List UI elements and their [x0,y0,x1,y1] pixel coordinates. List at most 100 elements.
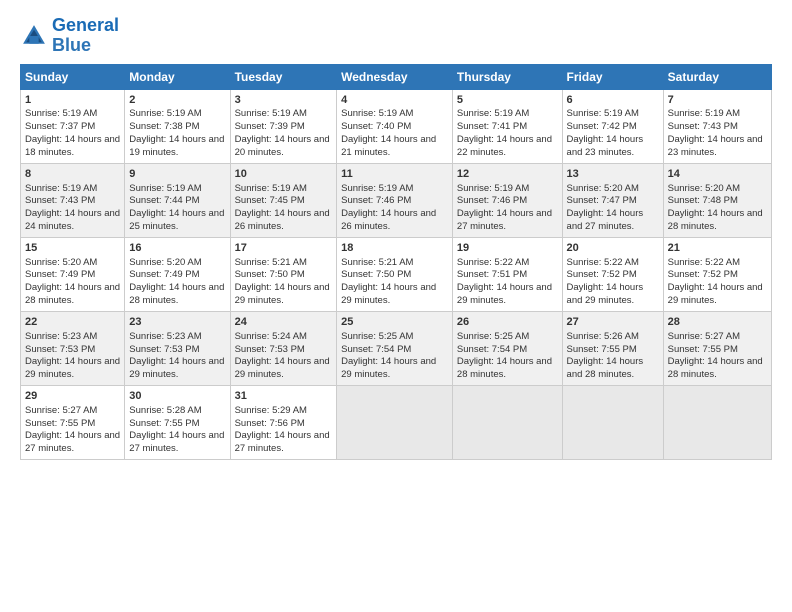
sunrise: Sunrise: 5:24 AM [235,331,307,342]
daylight: Daylight: 14 hours and 29 minutes. [341,282,436,306]
day-cell: 23Sunrise: 5:23 AM Sunset: 7:53 PMDayligh… [125,311,230,385]
day-cell [337,385,453,459]
sunrise: Sunrise: 5:29 AM [235,405,307,416]
sunset: Sunset: 7:53 PM [129,344,199,355]
daylight: Daylight: 14 hours and 28 minutes. [567,356,644,380]
sunrise: Sunrise: 5:19 AM [341,108,413,119]
daylight: Daylight: 14 hours and 29 minutes. [457,282,552,306]
day-cell: 14Sunrise: 5:20 AMSunset: 7:48 PMDayligh… [663,163,771,237]
day-cell: 31Sunrise: 5:29 AMSunset: 7:56 PMDayligh… [230,385,337,459]
sunset: Sunset: 7:53 PM [235,344,305,355]
sunset: Sunset: 7:56 PM [235,418,305,429]
sunset: Sunset: 7:49 PM [25,269,95,280]
sunrise: Sunrise: 5:27 AM [668,331,740,342]
day-cell: 26Sunrise: 5:25 AMSunset: 7:54 PMDayligh… [452,311,562,385]
sunset: Sunset: 7:55 PM [25,418,95,429]
daylight: Daylight: 14 hours and 28 minutes. [457,356,552,380]
sunrise: Sunrise: 5:22 AM [567,257,639,268]
daylight: Daylight: 14 hours and 28 minutes. [129,282,224,306]
daylight: Daylight: 14 hours and 23 minutes. [567,134,644,158]
sunset: Sunset: 7:43 PM [668,121,738,132]
daylight: Daylight: 14 hours and 22 minutes. [457,134,552,158]
day-cell: 2Sunrise: 5:19 AMSunset: 7:38 PMDaylight… [125,89,230,163]
sunrise: Sunrise: 5:26 AM [567,331,639,342]
sunrise: Sunrise: 5:19 AM [25,108,97,119]
day-number: 23 [129,315,225,330]
day-number: 4 [341,93,448,108]
sunset: Sunset: 7:41 PM [457,121,527,132]
day-number: 22 [25,315,120,330]
daylight: Daylight: 14 hours and 29 minutes. [25,356,120,380]
day-number: 31 [235,389,333,404]
sunrise: Sunrise: 5:28 AM [129,405,201,416]
day-cell: 8Sunrise: 5:19 AMSunset: 7:43 PMDaylight… [21,163,125,237]
day-number: 21 [668,241,767,256]
col-header-monday: Monday [125,64,230,89]
sunset: Sunset: 7:37 PM [25,121,95,132]
col-header-sunday: Sunday [21,64,125,89]
logo-icon [20,22,48,50]
day-cell: 15Sunrise: 5:20 AMSunset: 7:49 PMDayligh… [21,237,125,311]
day-number: 14 [668,167,767,182]
sunrise: Sunrise: 5:19 AM [457,108,529,119]
daylight: Daylight: 14 hours and 21 minutes. [341,134,436,158]
day-cell: 3Sunrise: 5:19 AMSunset: 7:39 PMDaylight… [230,89,337,163]
day-cell: 22Sunrise: 5:23 AMSunset: 7:53 PMDayligh… [21,311,125,385]
sunset: Sunset: 7:54 PM [457,344,527,355]
daylight: Daylight: 14 hours and 23 minutes. [668,134,763,158]
sunset: Sunset: 7:42 PM [567,121,637,132]
sunset: Sunset: 7:55 PM [668,344,738,355]
sunset: Sunset: 7:53 PM [25,344,95,355]
day-number: 2 [129,93,225,108]
sunrise: Sunrise: 5:23 AM [129,331,201,342]
sunset: Sunset: 7:44 PM [129,195,199,206]
sunrise: Sunrise: 5:19 AM [25,183,97,194]
sunrise: Sunrise: 5:21 AM [235,257,307,268]
sunrise: Sunrise: 5:20 AM [25,257,97,268]
day-cell: 11Sunrise: 5:19 AMSunset: 7:46 PMDayligh… [337,163,453,237]
daylight: Daylight: 14 hours and 28 minutes. [668,208,763,232]
sunrise: Sunrise: 5:20 AM [129,257,201,268]
daylight: Daylight: 14 hours and 27 minutes. [129,430,224,454]
sunset: Sunset: 7:55 PM [129,418,199,429]
daylight: Daylight: 14 hours and 26 minutes. [235,208,330,232]
daylight: Daylight: 14 hours and 29 minutes. [567,282,644,306]
calendar-table: SundayMondayTuesdayWednesdayThursdayFrid… [20,64,772,460]
day-cell: 18Sunrise: 5:21 AMSunset: 7:50 PMDayligh… [337,237,453,311]
daylight: Daylight: 14 hours and 29 minutes. [129,356,224,380]
day-cell: 13Sunrise: 5:20 AMSunset: 7:47 PMDayligh… [562,163,663,237]
sunrise: Sunrise: 5:19 AM [129,108,201,119]
col-header-tuesday: Tuesday [230,64,337,89]
day-number: 6 [567,93,659,108]
day-number: 13 [567,167,659,182]
sunrise: Sunrise: 5:27 AM [25,405,97,416]
col-header-friday: Friday [562,64,663,89]
sunset: Sunset: 7:45 PM [235,195,305,206]
day-cell: 17Sunrise: 5:21 AMSunset: 7:50 PMDayligh… [230,237,337,311]
sunrise: Sunrise: 5:19 AM [457,183,529,194]
sunrise: Sunrise: 5:19 AM [235,183,307,194]
day-number: 24 [235,315,333,330]
daylight: Daylight: 14 hours and 26 minutes. [341,208,436,232]
daylight: Daylight: 14 hours and 27 minutes. [457,208,552,232]
day-number: 18 [341,241,448,256]
day-cell: 1Sunrise: 5:19 AMSunset: 7:37 PMDaylight… [21,89,125,163]
day-cell [663,385,771,459]
day-cell: 16Sunrise: 5:20 AMSunset: 7:49 PMDayligh… [125,237,230,311]
daylight: Daylight: 14 hours and 24 minutes. [25,208,120,232]
daylight: Daylight: 14 hours and 29 minutes. [235,356,330,380]
day-number: 29 [25,389,120,404]
sunset: Sunset: 7:51 PM [457,269,527,280]
day-cell: 9Sunrise: 5:19 AMSunset: 7:44 PMDaylight… [125,163,230,237]
daylight: Daylight: 14 hours and 28 minutes. [25,282,120,306]
day-number: 25 [341,315,448,330]
day-number: 26 [457,315,558,330]
day-number: 30 [129,389,225,404]
sunset: Sunset: 7:50 PM [341,269,411,280]
day-cell: 28Sunrise: 5:27 AMSunset: 7:55 PMDayligh… [663,311,771,385]
daylight: Daylight: 14 hours and 27 minutes. [25,430,120,454]
day-cell: 6Sunrise: 5:19 AMSunset: 7:42 PMDaylight… [562,89,663,163]
day-number: 1 [25,93,120,108]
day-cell: 12Sunrise: 5:19 AMSunset: 7:46 PMDayligh… [452,163,562,237]
logo: General Blue [20,16,119,56]
